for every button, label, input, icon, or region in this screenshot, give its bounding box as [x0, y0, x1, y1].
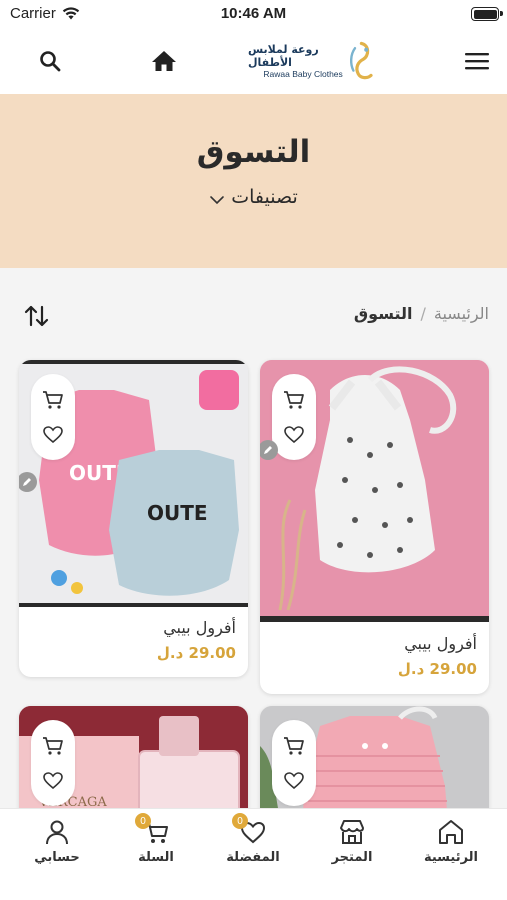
card-actions: [272, 374, 316, 460]
product-card[interactable]: أفرول بيبي 29.00 د.ل: [260, 360, 489, 694]
home-icon: [152, 51, 176, 71]
hamburger-menu-icon: [465, 53, 489, 70]
home-button[interactable]: [146, 43, 182, 79]
bottom-tab-bar: الرئيسية المتجر 0 المفضلة 0 السلة حسابي: [0, 808, 507, 900]
breadcrumb-home-link[interactable]: الرئيسية: [434, 304, 489, 323]
add-to-cart-icon[interactable]: [42, 736, 64, 756]
product-price: 29.00 د.ل: [156, 644, 236, 662]
home-outline-icon: [439, 820, 463, 844]
favorite-heart-icon[interactable]: [284, 426, 304, 444]
tab-account-label: حسابي: [34, 850, 80, 865]
tab-cart-label: السلة: [138, 850, 174, 865]
page-banner: التسوق تصنيفات: [0, 94, 507, 268]
chevron-down-icon: [210, 196, 225, 205]
store-icon: [340, 820, 364, 844]
tab-home-label: الرئيسية: [423, 850, 479, 865]
breadcrumb-current: التسوق: [353, 304, 413, 323]
tab-home[interactable]: الرئيسية: [411, 817, 491, 865]
add-to-cart-icon[interactable]: [42, 390, 64, 410]
categories-label: تصنيفات: [231, 186, 298, 208]
product-price: 29.00 د.ل: [397, 660, 477, 678]
favorite-heart-icon[interactable]: [43, 426, 63, 444]
pencil-icon: [264, 446, 272, 454]
tab-favorites-label: المفضلة: [226, 850, 280, 865]
brand-logo[interactable]: روعة لملابس الأطفال Rawaa Baby Clothes: [248, 32, 374, 90]
logo-mark-icon: [349, 41, 373, 80]
clock: 10:46 AM: [220, 5, 287, 22]
battery-icon: [471, 7, 503, 21]
product-card[interactable]: OUTE OUTE أفرول بيبي 29.00 د.ل: [19, 360, 248, 677]
status-bar: Carrier 10:46 AM: [0, 0, 507, 28]
add-to-cart-icon[interactable]: [283, 390, 305, 410]
card-actions: [31, 374, 75, 460]
cart-count-badge: 0: [135, 813, 151, 829]
product-name: أفرول بيبي: [163, 618, 236, 637]
breadcrumb: الرئيسية / التسوق: [354, 304, 489, 323]
app-header: روعة لملابس الأطفال Rawaa Baby Clothes: [0, 28, 507, 94]
favorites-count-badge: 0: [232, 813, 248, 829]
logo-english-text: Rawaa Baby Clothes: [263, 69, 343, 79]
tab-account[interactable]: حسابي: [17, 817, 97, 865]
product-name: أفرول بيبي: [404, 634, 477, 653]
card-actions: [31, 720, 75, 806]
page-title: التسوق: [196, 134, 311, 170]
tab-store[interactable]: المتجر: [312, 817, 392, 865]
tab-store-label: المتجر: [331, 850, 373, 865]
favorite-heart-icon[interactable]: [43, 772, 63, 790]
tab-cart[interactable]: 0 السلة: [116, 813, 196, 865]
tab-favorites[interactable]: 0 المفضلة: [213, 813, 293, 865]
add-to-cart-icon[interactable]: [283, 736, 305, 756]
favorite-heart-icon[interactable]: [284, 772, 304, 790]
categories-dropdown[interactable]: تصنيفات: [0, 186, 507, 208]
listing-toolbar: الرئيسية / التسوق: [0, 300, 507, 332]
sort-arrows-icon: [24, 305, 49, 327]
search-icon: [40, 51, 61, 72]
logo-arabic-text: روعة لملابس الأطفال: [248, 43, 319, 69]
search-button[interactable]: [32, 43, 68, 79]
sort-button[interactable]: [24, 304, 52, 330]
user-icon: [46, 820, 68, 845]
svg-text:OUTE: OUTE: [147, 501, 208, 525]
breadcrumb-separator: /: [420, 304, 426, 323]
menu-button[interactable]: [459, 43, 495, 79]
card-actions: [272, 720, 316, 806]
pencil-icon: [23, 478, 31, 486]
